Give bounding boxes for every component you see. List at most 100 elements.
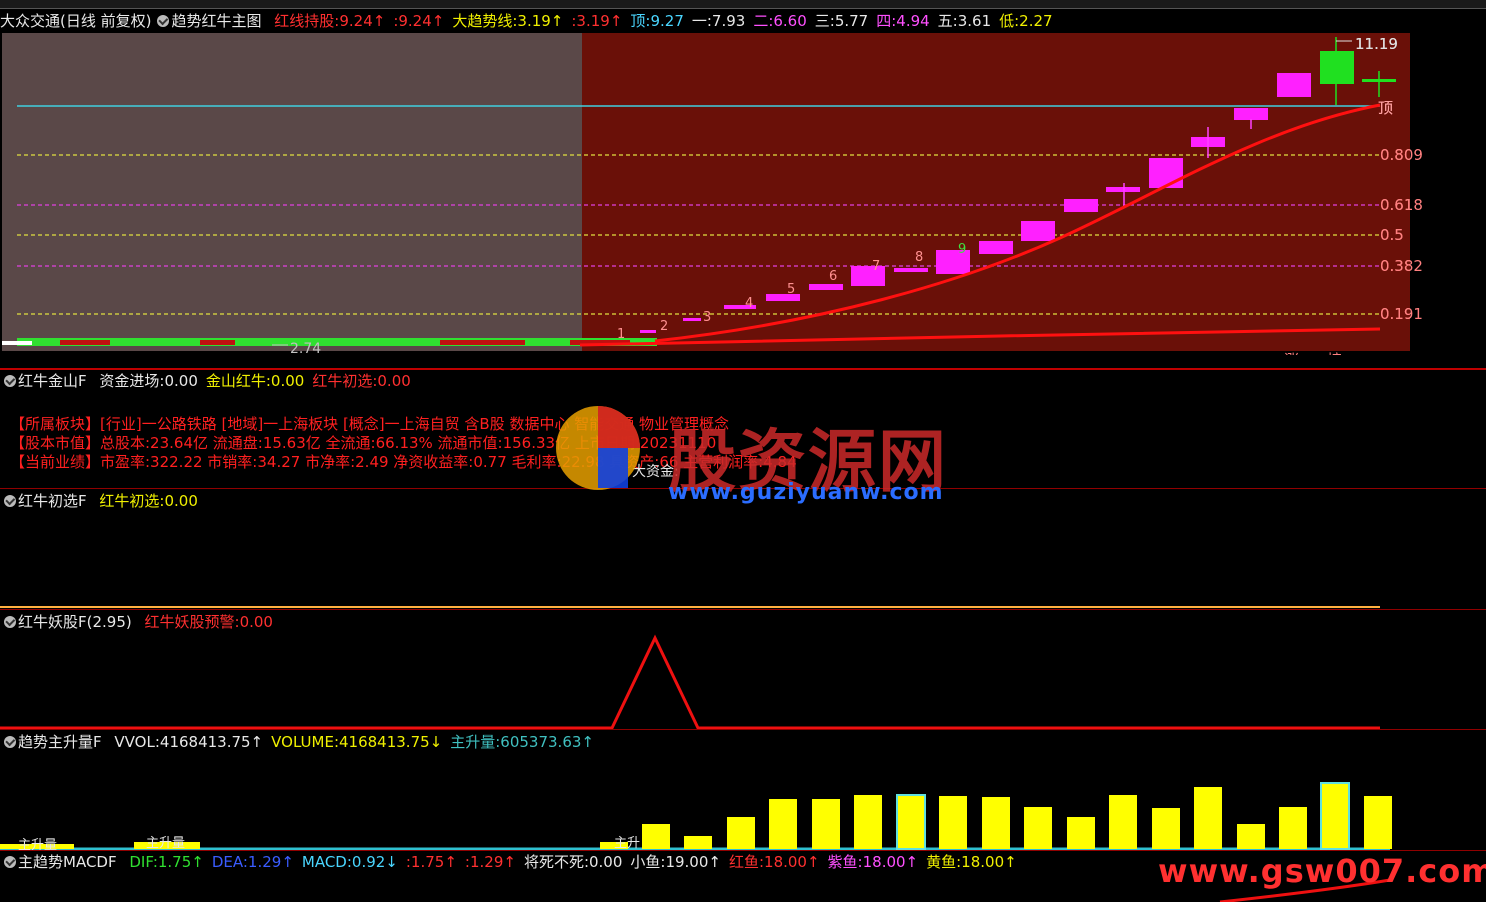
- header-value: 三:5.77: [814, 12, 869, 30]
- volume-bar: [684, 836, 712, 849]
- main-price-chart[interactable]: 0.809 0.618 0.5 0.382 0.191 1 2 3 4 5 6 7 8 9 11.19 2.7…: [0, 33, 1486, 355]
- volume-bar: [1364, 796, 1392, 849]
- panel5-value: DEA:1.29↑: [211, 853, 294, 871]
- top-toolbar: [0, 0, 1486, 9]
- panel1-settings-icon[interactable]: [4, 375, 16, 387]
- volume-bar: [1194, 787, 1222, 849]
- candle: [1106, 187, 1140, 192]
- volume-bar: [1237, 824, 1265, 849]
- header-value: :9.24↑: [393, 12, 445, 30]
- header-value: 五:3.61: [937, 12, 992, 30]
- panel-separator: [0, 609, 1486, 610]
- panel5-value: MACD:0.92↓: [301, 853, 398, 871]
- candle: [640, 330, 656, 333]
- panel3-settings-icon[interactable]: [4, 616, 16, 628]
- stock-name[interactable]: 大众交通(日线 前复权): [0, 12, 151, 30]
- candle: [1021, 221, 1055, 241]
- panel5-value: DIF:1.75↑: [129, 853, 204, 871]
- wave-label: 9: [958, 242, 966, 257]
- panel5-settings-icon[interactable]: [4, 856, 16, 868]
- panel2-header: 红牛初选F 红牛初选:0.00: [0, 490, 202, 512]
- volume-bar: [1279, 807, 1307, 849]
- watermark-site-url: www.guziyuanw.com: [668, 480, 944, 505]
- candle: [979, 241, 1013, 254]
- panel4-values: VVOL:4168413.75↑ VOLUME:4168413.75↓ 主升量:60…: [108, 733, 596, 751]
- candle: [809, 284, 843, 290]
- volume-bar: [727, 817, 755, 849]
- header-value: 顶:9.27: [630, 12, 684, 30]
- wave-label: 7: [872, 259, 880, 274]
- panel3-title[interactable]: 红牛妖股F(2.95): [18, 613, 132, 631]
- main-chart-header: 大众交通(日线 前复权) 趋势红牛主图 红线持股:9.24↑ :9.24↑ 大趋势线:…: [0, 10, 1057, 32]
- bar-tag: 主升量: [146, 836, 186, 851]
- watermark-footer-url: www.gsw007.com: [1158, 852, 1486, 890]
- top-marker: 顶: [1378, 99, 1393, 117]
- panel5-title[interactable]: 主趋势MACDF: [18, 853, 117, 871]
- fib-level-label: 0.809: [1380, 146, 1423, 164]
- panel2-settings-icon[interactable]: [4, 495, 16, 507]
- indicator-name[interactable]: 趋势红牛主图: [171, 12, 261, 30]
- wave-label: 4: [745, 296, 753, 311]
- panel5-header: 主趋势MACDF DIF:1.75↑ DEA:1.29↑ MACD:0.92↓ :1.…: [0, 851, 1021, 873]
- panel4-title[interactable]: 趋势主升量F: [18, 733, 102, 751]
- right-axis-bg: [1410, 33, 1486, 351]
- panel2-values: 红牛初选:0.00: [93, 492, 199, 510]
- header-value: 低:2.27: [999, 12, 1053, 30]
- wave-label: 2: [660, 319, 668, 334]
- fib-level-label: 0.191: [1380, 305, 1423, 323]
- header-value: 大趋势线:3.19↑: [452, 12, 564, 30]
- base-band-red: [200, 340, 235, 345]
- wave-label: 3: [703, 310, 711, 325]
- panel5-value: 紫鱼:18.00↑: [827, 853, 919, 871]
- wave-label: 5: [787, 282, 795, 297]
- panel1-header: 红牛金山F 资金进场:0.00 金山红牛:0.00 红牛初选:0.00: [0, 370, 415, 392]
- wave-label: 6: [829, 269, 837, 284]
- panel5-value: 黄鱼:18.00↑: [926, 853, 1017, 871]
- candle: [1149, 158, 1183, 188]
- header-value: :3.19↑: [571, 12, 623, 30]
- candle: [1277, 73, 1311, 97]
- volume-bar: [1067, 817, 1095, 849]
- header-value: 红线持股:9.24↑: [274, 12, 386, 30]
- indicator-dropdown-icon[interactable]: [157, 15, 170, 27]
- panel2-chart[interactable]: [0, 510, 1486, 610]
- volume-bar-highlight: [896, 794, 926, 850]
- panel1-title[interactable]: 红牛金山F: [18, 372, 87, 390]
- candle: [1234, 108, 1268, 120]
- panel3-chart[interactable]: [0, 630, 1486, 730]
- volume-bar: [769, 799, 797, 849]
- panel5-value: 红鱼:18.00↑: [728, 853, 820, 871]
- volume-bar: [812, 799, 840, 849]
- panel2-value: 红牛初选:0.00: [99, 492, 198, 510]
- panel3-values: 红牛妖股预警:0.00: [139, 613, 275, 631]
- volume-bar: [1024, 807, 1052, 849]
- panel4-settings-icon[interactable]: [4, 736, 16, 748]
- wave-label: 8: [915, 250, 923, 265]
- panel4-header: 趋势主升量F VVOL:4168413.75↑ VOLUME:4168413.75…: [0, 731, 598, 753]
- volume-bar: [939, 796, 967, 849]
- base-band-red: [440, 340, 525, 345]
- base-white: [2, 341, 32, 345]
- panel1-value: 红牛初选:0.00: [312, 372, 411, 390]
- candle-green: [1320, 51, 1354, 84]
- volume-bar-highlight: [1320, 782, 1350, 850]
- header-values: 红线持股:9.24↑ :9.24↑ 大趋势线:3.19↑ :3.19↑ 顶:9.27 一:…: [268, 12, 1054, 30]
- panel4-value: VVOL:4168413.75↑: [114, 733, 264, 751]
- candle: [1064, 199, 1098, 212]
- panel4-volume-chart[interactable]: [0, 752, 1486, 852]
- panel5-value: 小鱼:19.00↑: [630, 853, 721, 871]
- panel1-value: 资金进场:0.00: [99, 372, 198, 390]
- header-value: 四:4.94: [876, 12, 930, 30]
- bottom-tag: 榜: [1327, 351, 1342, 355]
- panel5-value: :1.29↑: [464, 853, 516, 871]
- fib-level-label: 0.382: [1380, 257, 1423, 275]
- panel4-value: 主升量:605373.63↑: [450, 733, 594, 751]
- volume-bar: [642, 824, 670, 849]
- header-value: 二:6.60: [753, 12, 807, 30]
- base-band-red: [60, 340, 110, 345]
- candle: [683, 318, 701, 321]
- history-zone: [2, 33, 582, 351]
- panel2-title[interactable]: 红牛初选F: [18, 492, 87, 510]
- header-value: 一:7.93: [691, 12, 746, 30]
- fib-level-label: 0.618: [1380, 196, 1423, 214]
